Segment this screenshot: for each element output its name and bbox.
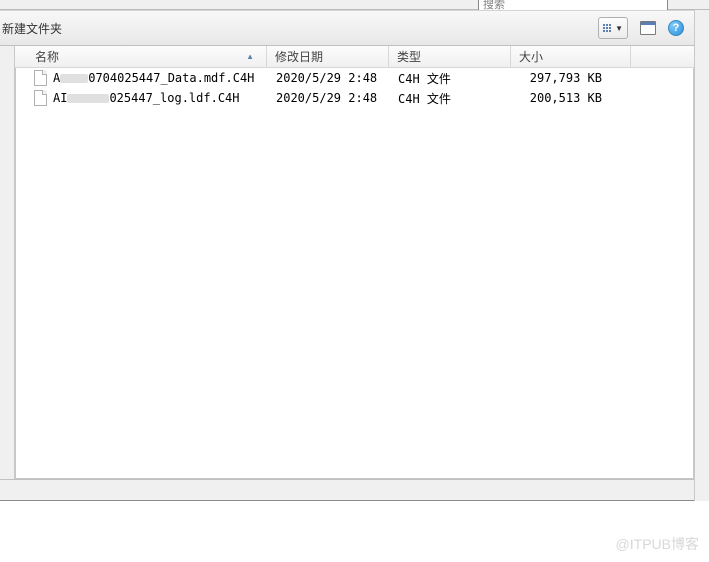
file-date: 2020/5/29 2:48 — [268, 91, 390, 105]
left-panel-edge — [0, 46, 15, 479]
window-frame-top: 搜索 — [0, 0, 709, 10]
file-icon — [34, 90, 47, 106]
file-row[interactable]: AI025447_log.ldf.C4H 2020/5/29 2:48 C4H … — [16, 88, 693, 108]
new-folder-button[interactable]: 新建文件夹 — [2, 22, 62, 36]
file-type: C4H 文件 — [390, 70, 512, 87]
column-header-date[interactable]: 修改日期 — [267, 46, 389, 67]
column-headers: 名称 ▲ 修改日期 类型 大小 — [15, 46, 694, 68]
chevron-down-icon: ▼ — [615, 24, 623, 33]
preview-pane-button[interactable] — [640, 21, 656, 35]
column-header-size[interactable]: 大小 — [511, 46, 631, 67]
watermark: @ITPUB博客 — [616, 534, 699, 554]
file-name: A0704025447_Data.mdf.C4H — [53, 71, 254, 85]
sort-ascending-icon: ▲ — [246, 52, 254, 61]
help-icon[interactable]: ? — [668, 20, 684, 36]
right-frame-edge — [694, 10, 709, 501]
file-row[interactable]: A0704025447_Data.mdf.C4H 2020/5/29 2:48 … — [16, 68, 693, 88]
column-header-type[interactable]: 类型 — [389, 46, 511, 67]
file-type: C4H 文件 — [390, 90, 512, 107]
view-options-button[interactable]: ▼ — [598, 17, 628, 39]
file-date: 2020/5/29 2:48 — [268, 71, 390, 85]
grid-icon — [603, 24, 611, 32]
column-header-name[interactable]: 名称 ▲ — [15, 46, 267, 67]
file-name: AI025447_log.ldf.C4H — [53, 91, 240, 105]
file-icon — [34, 70, 47, 86]
file-size: 200,513 KB — [512, 91, 632, 105]
toolbar: 新建文件夹 ▼ ? — [0, 10, 694, 46]
file-size: 297,793 KB — [512, 71, 632, 85]
column-label: 名称 — [35, 48, 59, 65]
status-bar — [0, 479, 694, 501]
file-list: A0704025447_Data.mdf.C4H 2020/5/29 2:48 … — [15, 68, 694, 479]
